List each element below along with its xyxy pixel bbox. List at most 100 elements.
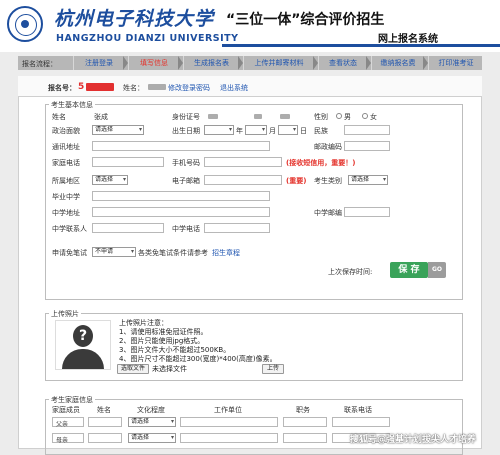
nav-step-print-ticket[interactable]: 打印准考证 bbox=[428, 56, 483, 70]
exempt-label: 申请免笔试 bbox=[52, 249, 87, 257]
mobile-note: (接收短信用，重要！) bbox=[286, 159, 356, 167]
school-phone-label: 中学电话 bbox=[172, 225, 200, 233]
user-info-bar: 报名号： 5 姓名： 修改登录密码 退出系统 bbox=[18, 76, 482, 96]
system-subtitle: 网上报名系统 bbox=[378, 34, 438, 45]
nav-step-upload-materials[interactable]: 上传并邮寄材料 bbox=[243, 56, 314, 70]
birth-year-select[interactable] bbox=[204, 125, 234, 135]
gender-female-radio[interactable] bbox=[362, 113, 368, 119]
ethnic-input[interactable] bbox=[344, 125, 390, 135]
process-nav: 报名流程： 注册登录 填写信息 生成报名表 上传并邮寄材料 查看状态 缴纳报名费… bbox=[18, 56, 482, 70]
school-postcode-input[interactable] bbox=[344, 207, 390, 217]
nav-step-view-status[interactable]: 查看状态 bbox=[318, 56, 367, 70]
id-redacted bbox=[208, 114, 218, 119]
family-education-select[interactable]: 请选择 bbox=[128, 417, 176, 427]
admission-rules-link[interactable]: 招生章程 bbox=[212, 248, 240, 258]
photo-legend: 上传照片 bbox=[49, 309, 81, 319]
family-legend: 考生家庭信息 bbox=[49, 395, 95, 405]
nav-step-generate-form[interactable]: 生成报名表 bbox=[183, 56, 239, 70]
home-phone-input[interactable] bbox=[92, 157, 164, 167]
family-name-input[interactable] bbox=[88, 417, 122, 427]
avatar-body-icon bbox=[62, 349, 104, 369]
gender-male-label: 男 bbox=[344, 113, 351, 121]
address-input[interactable] bbox=[92, 141, 270, 151]
family-col-education: 文化程度 bbox=[137, 406, 165, 414]
name-field-label: 姓名 bbox=[52, 113, 66, 121]
email-input[interactable] bbox=[204, 175, 282, 185]
category-select[interactable]: 请选择 bbox=[348, 175, 388, 185]
logo-emblem bbox=[21, 20, 29, 28]
logout-link[interactable]: 退出系统 bbox=[220, 83, 248, 93]
upload-button[interactable]: 上传 bbox=[262, 364, 284, 374]
basic-info-legend: 考生基本信息 bbox=[49, 100, 95, 110]
gender-male-radio[interactable] bbox=[336, 113, 342, 119]
mobile-label: 手机号码 bbox=[172, 159, 200, 167]
birth-month-select[interactable] bbox=[245, 125, 267, 135]
change-password-link[interactable]: 修改登录密码 bbox=[168, 83, 210, 93]
birth-day-select[interactable] bbox=[278, 125, 298, 135]
family-phone-input[interactable] bbox=[332, 417, 390, 427]
region-select[interactable]: 请选择 bbox=[92, 175, 128, 185]
day-unit: 日 bbox=[300, 127, 307, 135]
family-name-input[interactable] bbox=[88, 433, 122, 443]
address-label: 通讯地址 bbox=[52, 143, 80, 151]
family-relation-value: 母亲 bbox=[56, 437, 69, 444]
header-divider bbox=[222, 44, 500, 47]
family-relation-value: 父亲 bbox=[56, 421, 69, 428]
question-mark-icon: ? bbox=[78, 328, 88, 344]
school-input[interactable] bbox=[92, 191, 270, 201]
choose-file-button[interactable]: 选取文件 bbox=[117, 364, 149, 374]
mobile-input[interactable] bbox=[204, 157, 282, 167]
watermark-text: 搜狐号@强基计划拔尖人才培养 bbox=[350, 435, 477, 445]
school-address-label: 中学地址 bbox=[52, 209, 80, 217]
gender-female-label: 女 bbox=[370, 113, 377, 121]
family-education-select[interactable]: 请选择 bbox=[128, 433, 176, 443]
school-phone-input[interactable] bbox=[204, 223, 270, 233]
family-workplace-input[interactable] bbox=[180, 417, 278, 427]
family-col-workplace: 工作单位 bbox=[214, 406, 242, 414]
university-name-en: HANGZHOU DIANZI UNIVERSITY bbox=[56, 33, 239, 44]
name-field-value: 张成 bbox=[94, 113, 108, 121]
exempt-select[interactable]: 不申请 bbox=[92, 247, 136, 257]
family-col-relation: 家庭成员 bbox=[52, 406, 80, 414]
university-logo bbox=[7, 6, 43, 42]
nav-step-pay-fee[interactable]: 缴纳报名费 bbox=[371, 56, 424, 70]
save-go-icon[interactable]: GO bbox=[428, 262, 446, 278]
nav-step-fill-info[interactable]: 填写信息 bbox=[128, 56, 179, 70]
family-col-name: 姓名 bbox=[97, 406, 111, 414]
nav-step-register[interactable]: 注册登录 bbox=[73, 56, 124, 70]
header: 杭州电子科技大学 HANGZHOU DIANZI UNIVERSITY “三位一… bbox=[0, 0, 500, 52]
family-col-position: 职务 bbox=[296, 406, 310, 414]
id-redacted bbox=[280, 114, 290, 119]
save-button[interactable]: 保 存 bbox=[390, 262, 428, 278]
politics-label: 政治面貌 bbox=[52, 127, 80, 135]
email-note: (重要) bbox=[286, 177, 307, 185]
family-position-input[interactable] bbox=[283, 417, 327, 427]
school-contact-input[interactable] bbox=[92, 223, 164, 233]
postcode-input[interactable] bbox=[344, 141, 390, 151]
id-redacted bbox=[254, 114, 262, 119]
no-file-text: 未选择文件 bbox=[152, 365, 187, 373]
system-title: “三位一体”综合评价招生 bbox=[226, 12, 385, 28]
photo-placeholder: ? bbox=[55, 320, 111, 370]
university-name-cn: 杭州电子科技大学 bbox=[54, 8, 215, 30]
school-postcode-label: 中学邮编 bbox=[314, 209, 342, 217]
nav-prefix: 报名流程： bbox=[22, 60, 57, 68]
family-workplace-input[interactable] bbox=[180, 433, 278, 443]
category-label: 考生类别 bbox=[314, 177, 342, 185]
gender-label: 性别 bbox=[314, 113, 328, 121]
id-field-label: 身份证号 bbox=[172, 113, 200, 121]
school-contact-label: 中学联系人 bbox=[52, 225, 87, 233]
postcode-label: 邮政编码 bbox=[314, 143, 342, 151]
school-label: 毕业中学 bbox=[52, 193, 80, 201]
month-unit: 月 bbox=[269, 127, 276, 135]
family-position-input[interactable] bbox=[283, 433, 327, 443]
year-unit: 年 bbox=[236, 127, 243, 135]
name-label: 姓名： bbox=[123, 84, 144, 92]
school-address-input[interactable] bbox=[92, 207, 270, 217]
ethnic-label: 民族 bbox=[314, 127, 328, 135]
home-phone-label: 家庭电话 bbox=[52, 159, 80, 167]
email-label: 电子邮箱 bbox=[172, 177, 200, 185]
politics-select[interactable]: 请选择 bbox=[92, 125, 144, 135]
exempt-note: 各类免笔试条件请参考 bbox=[138, 249, 208, 257]
name-redacted bbox=[148, 84, 166, 90]
